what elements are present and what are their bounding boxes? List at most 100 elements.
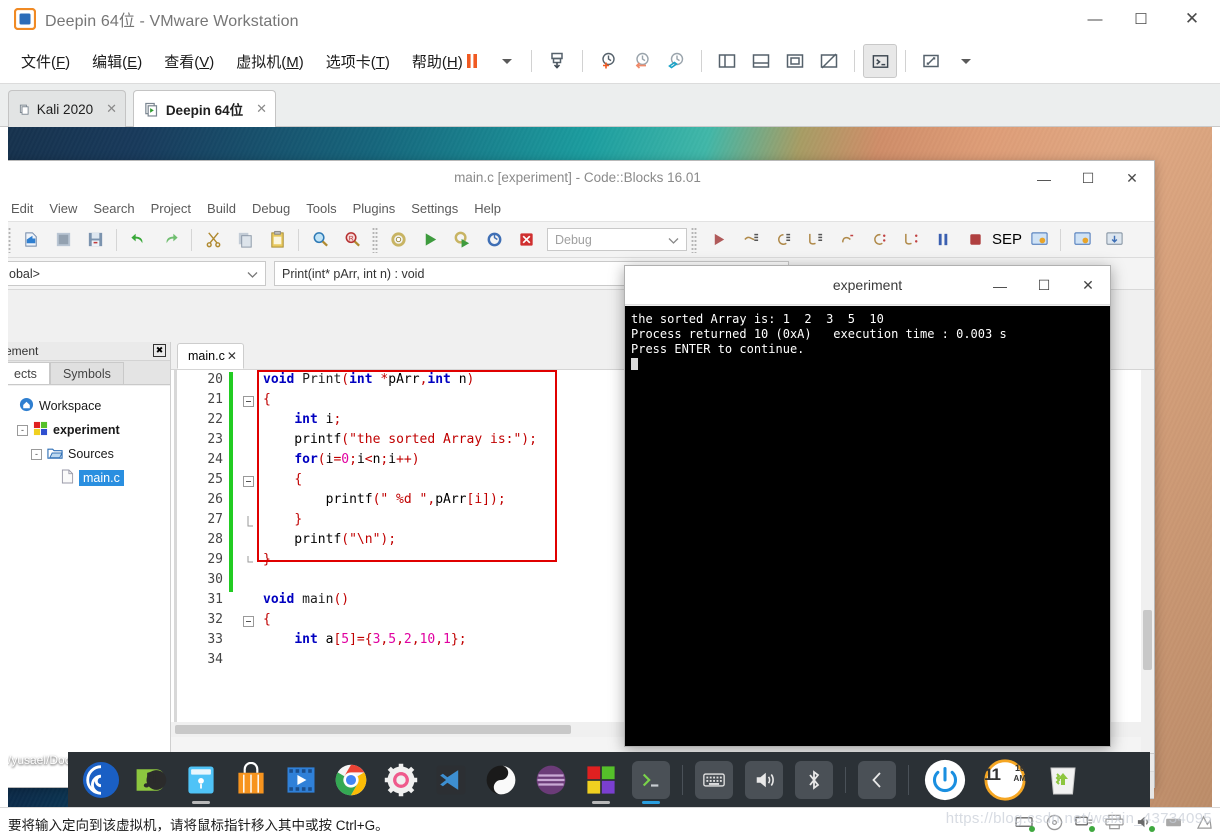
cb-menu-search[interactable]: Search bbox=[85, 199, 142, 218]
fold-marker[interactable] bbox=[243, 656, 254, 667]
dock-item-music[interactable] bbox=[126, 752, 176, 807]
fold-marker[interactable] bbox=[243, 416, 254, 427]
cb-menu-plugins[interactable]: Plugins bbox=[345, 199, 404, 218]
fold-marker[interactable] bbox=[243, 576, 254, 587]
console-button[interactable] bbox=[863, 44, 897, 78]
power-button[interactable] bbox=[915, 752, 975, 807]
stretch-button[interactable] bbox=[914, 44, 948, 78]
scroll-thumb[interactable] bbox=[1143, 610, 1152, 670]
dock-item-deepin-launcher[interactable] bbox=[76, 752, 126, 807]
editor-tab-mainc[interactable]: main.c ✕ bbox=[177, 343, 244, 369]
cb-menu-view[interactable]: View bbox=[41, 199, 85, 218]
snapshot-manager-button[interactable] bbox=[659, 44, 693, 78]
scope-combo[interactable]: obal> bbox=[8, 261, 266, 286]
play-green-icon[interactable] bbox=[417, 227, 443, 253]
show-thumbnails-button[interactable] bbox=[744, 44, 778, 78]
cb-menu-build[interactable]: Build bbox=[199, 199, 244, 218]
debug-continue-button[interactable] bbox=[706, 227, 732, 253]
cb-menu-tools[interactable]: Tools bbox=[298, 199, 344, 218]
dock-item-yin-yang[interactable] bbox=[476, 752, 526, 807]
run-to-cursor-button[interactable] bbox=[738, 227, 764, 253]
debugging-windows-button[interactable] bbox=[1069, 227, 1095, 253]
next-instruction-button[interactable] bbox=[866, 227, 892, 253]
vmware-menu-4[interactable]: 虚拟机(M) bbox=[225, 48, 315, 75]
fullscreen-button[interactable] bbox=[778, 44, 812, 78]
undo-arrow-icon[interactable] bbox=[125, 227, 151, 253]
break-debugger-button[interactable] bbox=[930, 227, 956, 253]
cb-menu-help[interactable]: Help bbox=[466, 199, 509, 218]
vmware-menu-2[interactable]: 编辑(E) bbox=[81, 48, 153, 75]
fold-marker[interactable] bbox=[243, 616, 254, 627]
revert-snapshot-button[interactable] bbox=[625, 44, 659, 78]
tab-projects[interactable]: ects bbox=[8, 362, 50, 384]
fold-marker[interactable] bbox=[243, 376, 254, 387]
vmware-menu-5[interactable]: 选项卡(T) bbox=[315, 48, 401, 75]
vm-tab-close-icon[interactable]: ✕ bbox=[106, 101, 117, 117]
minimize-button[interactable]: — bbox=[1072, 0, 1118, 38]
dock-item-purple-circle[interactable] bbox=[526, 752, 576, 807]
toolbar-grip[interactable] bbox=[8, 226, 11, 253]
maximize-button[interactable]: ☐ bbox=[1118, 0, 1164, 38]
debugging-windows-button[interactable]: SEP bbox=[992, 227, 1022, 253]
copy-icon[interactable] bbox=[232, 227, 258, 253]
close-panel-icon[interactable]: ✖ bbox=[153, 344, 166, 357]
tray-keyboard-button[interactable] bbox=[689, 752, 739, 807]
dock-item-app-store[interactable] bbox=[226, 752, 276, 807]
fold-marker[interactable] bbox=[243, 556, 254, 567]
fold-marker[interactable] bbox=[243, 436, 254, 447]
toolbar-grip[interactable] bbox=[372, 226, 378, 253]
tree-toggle[interactable]: - bbox=[17, 424, 28, 436]
manage-snapshots-button[interactable] bbox=[540, 44, 574, 78]
tray-volume-button[interactable] bbox=[739, 752, 789, 807]
redo-arrow-icon[interactable] bbox=[157, 227, 183, 253]
dock-item-chrome[interactable] bbox=[326, 752, 376, 807]
tree-toggle[interactable]: - bbox=[31, 448, 42, 460]
stop-debugger-button[interactable] bbox=[962, 227, 988, 253]
rebuild-icon[interactable] bbox=[481, 227, 507, 253]
dock-item-movie[interactable] bbox=[276, 752, 326, 807]
dock-item-vscode[interactable] bbox=[426, 752, 476, 807]
tree-node-sources[interactable]: - Sources bbox=[8, 442, 170, 466]
xterm-minimize-button[interactable]: — bbox=[978, 266, 1022, 305]
scissors-icon[interactable] bbox=[200, 227, 226, 253]
show-library-button[interactable] bbox=[710, 44, 744, 78]
gear-play-icon[interactable] bbox=[449, 227, 475, 253]
vmware-menu-1[interactable]: 文件(F) bbox=[10, 48, 81, 75]
scroll-thumb[interactable] bbox=[175, 725, 571, 734]
magnifier-replace-icon[interactable]: R bbox=[339, 227, 365, 253]
editor-vscrollbar[interactable] bbox=[1141, 370, 1154, 753]
open-file-icon[interactable] bbox=[50, 227, 76, 253]
stop-red-icon[interactable] bbox=[513, 227, 539, 253]
new-file-icon[interactable] bbox=[18, 227, 44, 253]
gear-icon[interactable] bbox=[385, 227, 411, 253]
cb-minimize-button[interactable]: — bbox=[1022, 161, 1066, 196]
fold-marker[interactable] bbox=[243, 636, 254, 647]
terminal-output[interactable]: the sorted Array is: 1 2 3 5 10 Process r… bbox=[625, 306, 1110, 746]
build-target-select[interactable]: Debug bbox=[547, 228, 687, 251]
vm-tab-deepin[interactable]: Deepin 64位 ✕ bbox=[133, 90, 276, 127]
dock-item-settings[interactable] bbox=[376, 752, 426, 807]
toolbar-grip[interactable] bbox=[691, 226, 697, 253]
dock-item-terminal[interactable] bbox=[626, 752, 676, 807]
suspend-button[interactable] bbox=[455, 44, 489, 78]
fold-marker[interactable] bbox=[243, 596, 254, 607]
stretch-dropdown[interactable] bbox=[948, 44, 982, 78]
take-snapshot-button[interactable] bbox=[591, 44, 625, 78]
cb-close-button[interactable]: ✕ bbox=[1110, 161, 1154, 196]
step-into-instruction-button[interactable] bbox=[898, 227, 924, 253]
unity-button[interactable] bbox=[812, 44, 846, 78]
dock-item-file-manager[interactable] bbox=[176, 752, 226, 807]
fold-marker[interactable] bbox=[243, 396, 254, 407]
vmware-menu-3[interactable]: 查看(V) bbox=[153, 48, 225, 75]
dock-item-codeblocks[interactable] bbox=[576, 752, 626, 807]
suspend-dropdown[interactable] bbox=[489, 44, 523, 78]
cb-menu-settings[interactable]: Settings bbox=[403, 199, 466, 218]
tray-collapse-button[interactable] bbox=[852, 752, 902, 807]
close-button[interactable]: ✕ bbox=[1164, 0, 1220, 38]
magnifier-icon[interactable] bbox=[307, 227, 333, 253]
xterm-close-button[interactable]: ✕ bbox=[1066, 266, 1110, 305]
step-into-button[interactable] bbox=[802, 227, 828, 253]
fold-marker[interactable] bbox=[243, 536, 254, 547]
dock-clock[interactable]: 11 16 AM bbox=[975, 752, 1035, 807]
various-info-button[interactable] bbox=[1026, 227, 1052, 253]
